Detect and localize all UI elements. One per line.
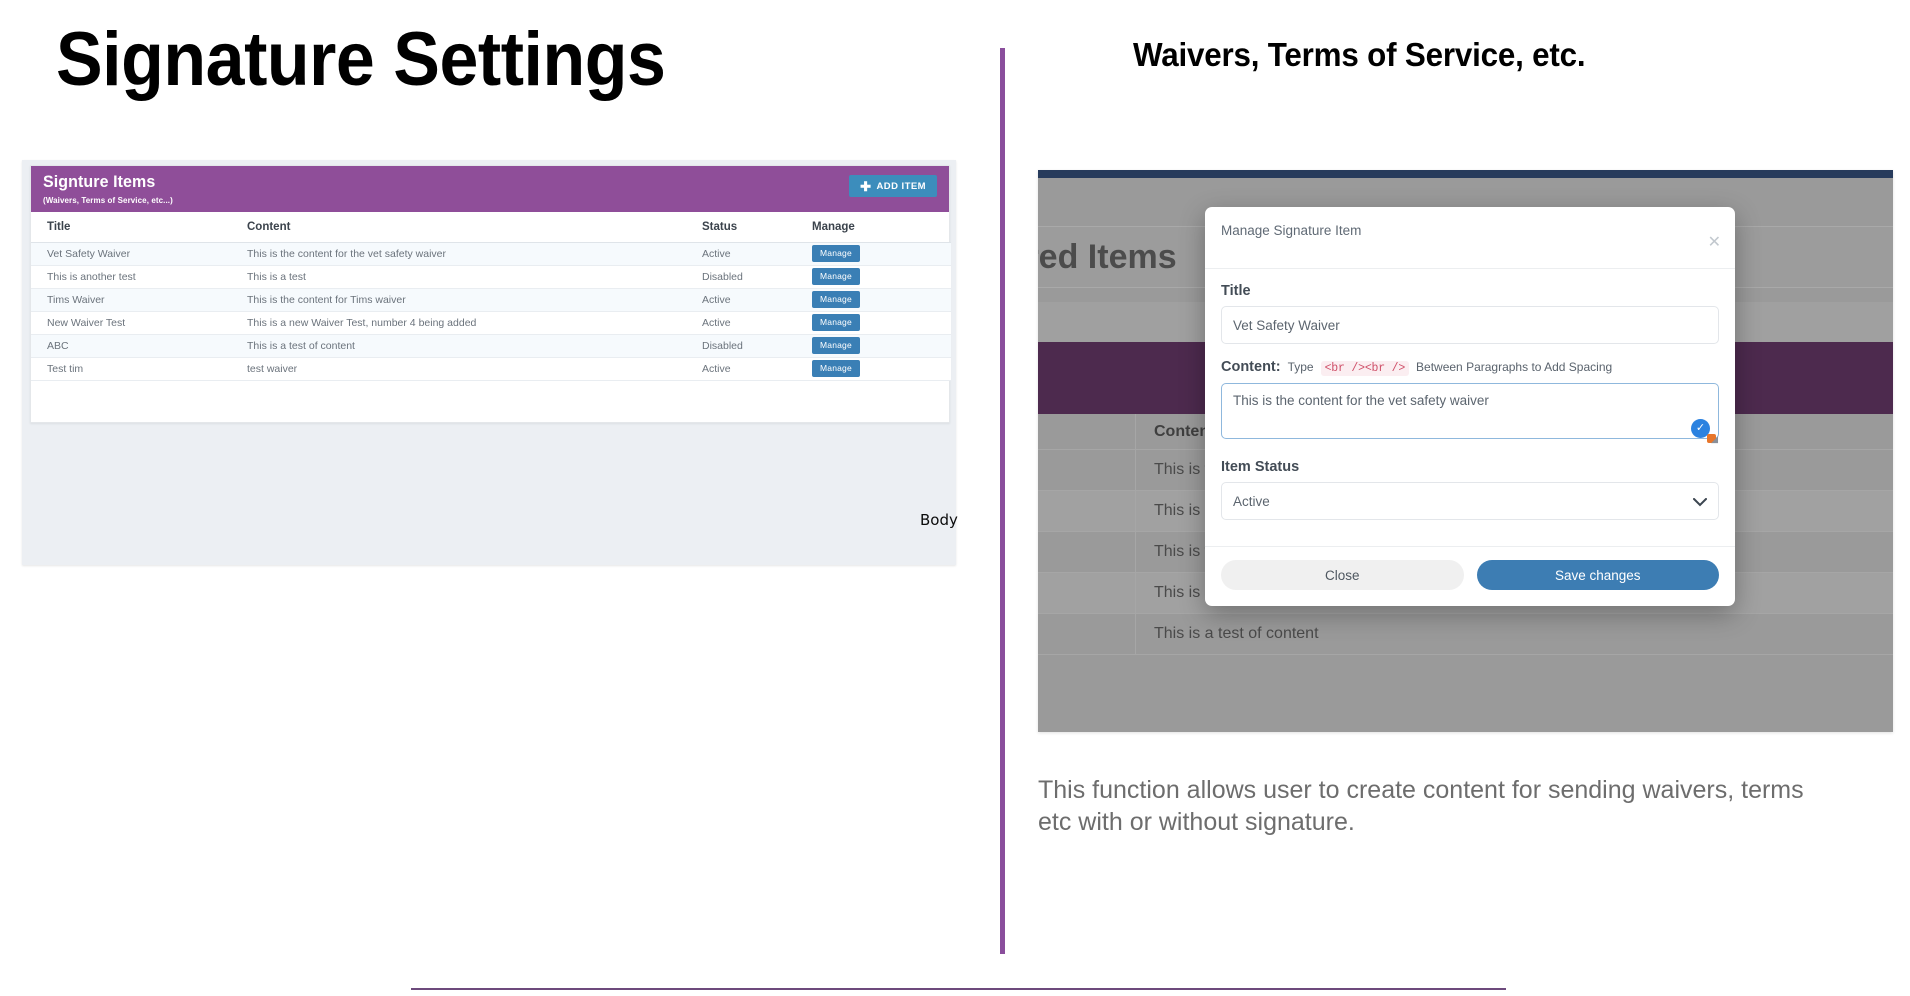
app-col-header-content: Content — [1154, 422, 1215, 440]
card-subtitle: (Waivers, Terms of Service, etc...) — [43, 195, 173, 205]
status-select[interactable]: Active — [1221, 482, 1719, 520]
content-field-label: Content: — [1221, 359, 1281, 375]
description-caption: This function allows user to create cont… — [1038, 776, 1804, 836]
cell-manage: Manage — [796, 334, 951, 358]
app-table-cell-spacer — [1038, 532, 1136, 572]
card-header: Signture Items (Waivers, Terms of Servic… — [31, 166, 949, 212]
cell-manage: Manage — [796, 357, 951, 381]
content-textarea[interactable]: This is the content for the vet safety w… — [1221, 383, 1719, 439]
cell-title: Tims Waiver — [31, 288, 231, 312]
app-table-row: This is a test of content — [1038, 614, 1893, 655]
modal-header: Manage Signature Item ✕ — [1205, 207, 1735, 269]
cell-status: Active — [686, 288, 796, 312]
manage-signature-item-modal: Manage Signature Item ✕ Title Content: T… — [1205, 207, 1735, 606]
close-icon[interactable]: ✕ — [1708, 235, 1721, 251]
bottom-rule — [411, 988, 1506, 990]
col-header-manage: Manage — [796, 212, 951, 243]
app-table-cell-spacer — [1038, 414, 1136, 449]
cell-status: Disabled — [686, 265, 796, 289]
manage-button[interactable]: Manage — [812, 360, 860, 377]
content-hint-code: <br /><br /> — [1320, 361, 1410, 376]
vertical-divider — [1000, 48, 1005, 954]
modal-body: Title Content: Type <br /><br /> Between… — [1205, 269, 1735, 530]
table-row: ABC This is a test of content Disabled Mana… — [31, 334, 951, 358]
table-row: Tims Waiver This is the content for Tims … — [31, 288, 951, 312]
app-table-cell-spacer — [1038, 573, 1136, 613]
card-title: Signture Items — [43, 172, 156, 191]
content-field-label-row: Content: Type <br /><br /> Between Parag… — [1221, 359, 1719, 376]
app-page-heading-text: ired Items — [1038, 237, 1177, 276]
table-header-row: Title Content Status Manage — [31, 212, 951, 243]
content-textarea-wrap: This is the content for the vet safety w… — [1221, 383, 1719, 444]
col-header-content: Content — [231, 212, 686, 243]
manage-button[interactable]: Manage — [812, 314, 860, 331]
add-item-button[interactable]: ✚ ADD ITEM — [849, 175, 937, 197]
title-field-label: Title — [1221, 283, 1251, 299]
cell-title: Test tim — [31, 357, 231, 381]
cell-title: Vet Safety Waiver — [31, 242, 231, 266]
slide-canvas: Signature Settings Waivers, Terms of Ser… — [0, 0, 1910, 996]
app-table-cell-spacer — [1038, 450, 1136, 490]
content-hint-before: Type — [1287, 360, 1314, 374]
cell-status: Active — [686, 242, 796, 266]
cell-manage: Manage — [796, 288, 951, 312]
app-table-cell-spacer — [1038, 491, 1136, 531]
left-screenshot: Signture Items (Waivers, Terms of Servic… — [22, 160, 956, 565]
app-topbar — [1038, 170, 1893, 178]
cell-content: This is the content for Tims waiver — [231, 288, 686, 312]
title-input[interactable] — [1221, 306, 1719, 344]
cell-content: This is the content for the vet safety w… — [231, 242, 686, 266]
cell-title: ABC — [31, 334, 231, 358]
signature-items-table: Title Content Status Manage Vet Safety W… — [31, 212, 951, 381]
cell-title: New Waiver Test — [31, 311, 231, 335]
manage-button[interactable]: Manage — [812, 268, 860, 285]
signature-items-card: Signture Items (Waivers, Terms of Servic… — [30, 165, 951, 423]
col-header-title: Title — [31, 212, 231, 243]
cell-content: This is a test of content — [231, 334, 686, 358]
manage-button[interactable]: Manage — [812, 337, 860, 354]
app-cell-content: This is a test of content — [1154, 625, 1319, 642]
content-hint-after: Between Paragraphs to Add Spacing — [1416, 360, 1613, 374]
cell-content: test waiver — [231, 357, 686, 381]
table-row: This is another test This is a test Disabl… — [31, 265, 951, 289]
cell-manage: Manage — [796, 242, 951, 266]
manage-button[interactable]: Manage — [812, 245, 860, 262]
cell-manage: Manage — [796, 265, 951, 289]
cell-status: Disabled — [686, 334, 796, 358]
status-field-label: Item Status — [1221, 459, 1300, 475]
page-title-left: Signature Settings — [56, 17, 666, 102]
cell-content: This is a test — [231, 265, 686, 289]
cell-content: This is a new Waiver Test, number 4 bein… — [231, 311, 686, 335]
add-item-label: ADD ITEM — [876, 180, 926, 192]
status-select-value: Active — [1233, 493, 1270, 509]
app-table-cell-spacer — [1038, 614, 1136, 654]
col-header-status: Status — [686, 212, 796, 243]
cell-status: Active — [686, 311, 796, 335]
cell-title: This is another test — [31, 265, 231, 289]
close-button[interactable]: Close — [1221, 560, 1464, 590]
modal-title: Manage Signature Item — [1221, 223, 1362, 238]
save-changes-button[interactable]: Save changes — [1476, 560, 1719, 590]
manage-button[interactable]: Manage — [812, 291, 860, 308]
plus-icon: ✚ — [860, 178, 872, 194]
modal-footer: Close Save changes — [1205, 546, 1735, 606]
cell-manage: Manage — [796, 311, 951, 335]
table-row: Test tim test waiver Active Manage — [31, 357, 951, 381]
status-select-wrap: Active — [1221, 482, 1719, 520]
table-row: New Waiver Test This is a new Waiver Test… — [31, 311, 951, 335]
table-row: Vet Safety Waiver This is the content for… — [31, 242, 951, 266]
resize-grip-icon: ◢ — [1711, 434, 1718, 444]
cell-status: Active — [686, 357, 796, 381]
body-label: Body — [920, 511, 958, 529]
page-title-right: Waivers, Terms of Service, etc. — [1133, 36, 1586, 73]
chevron-down-icon — [1693, 494, 1707, 512]
